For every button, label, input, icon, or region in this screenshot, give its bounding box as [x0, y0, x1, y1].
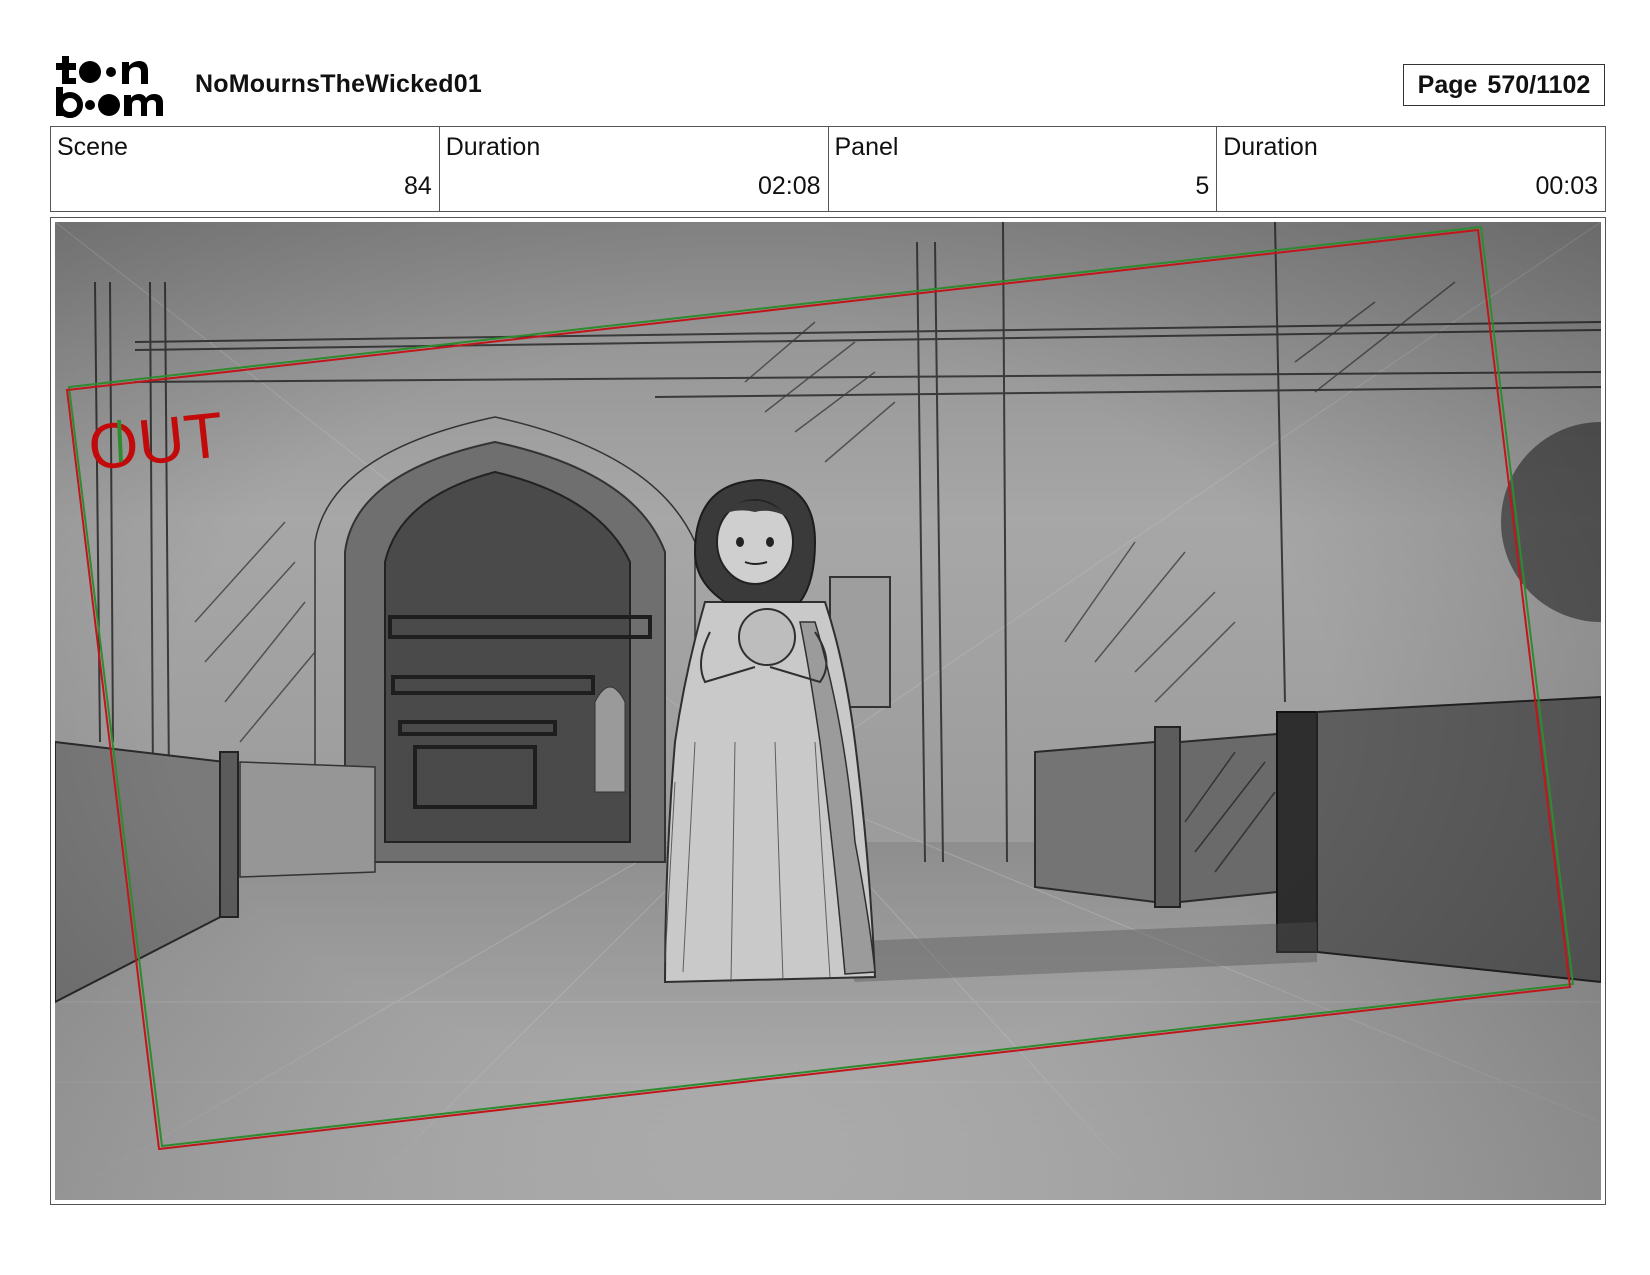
panel-drawing: OUT — [55, 222, 1601, 1200]
scene-duration-value: 02:08 — [757, 172, 821, 200]
camera-out-label: OUT — [85, 398, 227, 484]
page-indicator: Page 570/1102 — [1403, 64, 1605, 106]
panel-duration-cell: Duration 00:03 — [1217, 127, 1605, 211]
scene-value: 84 — [403, 172, 432, 200]
scene-label: Scene — [57, 133, 128, 161]
storyboard-panel: OUT — [50, 217, 1606, 1205]
panel-info-table: Scene 84 Duration 02:08 Panel 5 Duration… — [50, 126, 1606, 212]
scene-duration-label: Duration — [445, 133, 541, 161]
scene-cell: Scene 84 — [51, 127, 440, 211]
panel-duration-value: 00:03 — [1535, 172, 1598, 200]
toon-boom-logo — [54, 54, 174, 118]
scene-duration-cell: Duration 02:08 — [440, 127, 829, 211]
panel-duration-label: Duration — [1223, 133, 1318, 161]
panel-value: 5 — [1195, 172, 1210, 200]
project-title: NoMournsTheWicked01 — [195, 70, 482, 98]
page-number: 570/1102 — [1487, 70, 1591, 99]
page-label: Page — [1417, 70, 1478, 99]
panel-label: Panel — [834, 133, 899, 161]
panel-cell: Panel 5 — [829, 127, 1218, 211]
